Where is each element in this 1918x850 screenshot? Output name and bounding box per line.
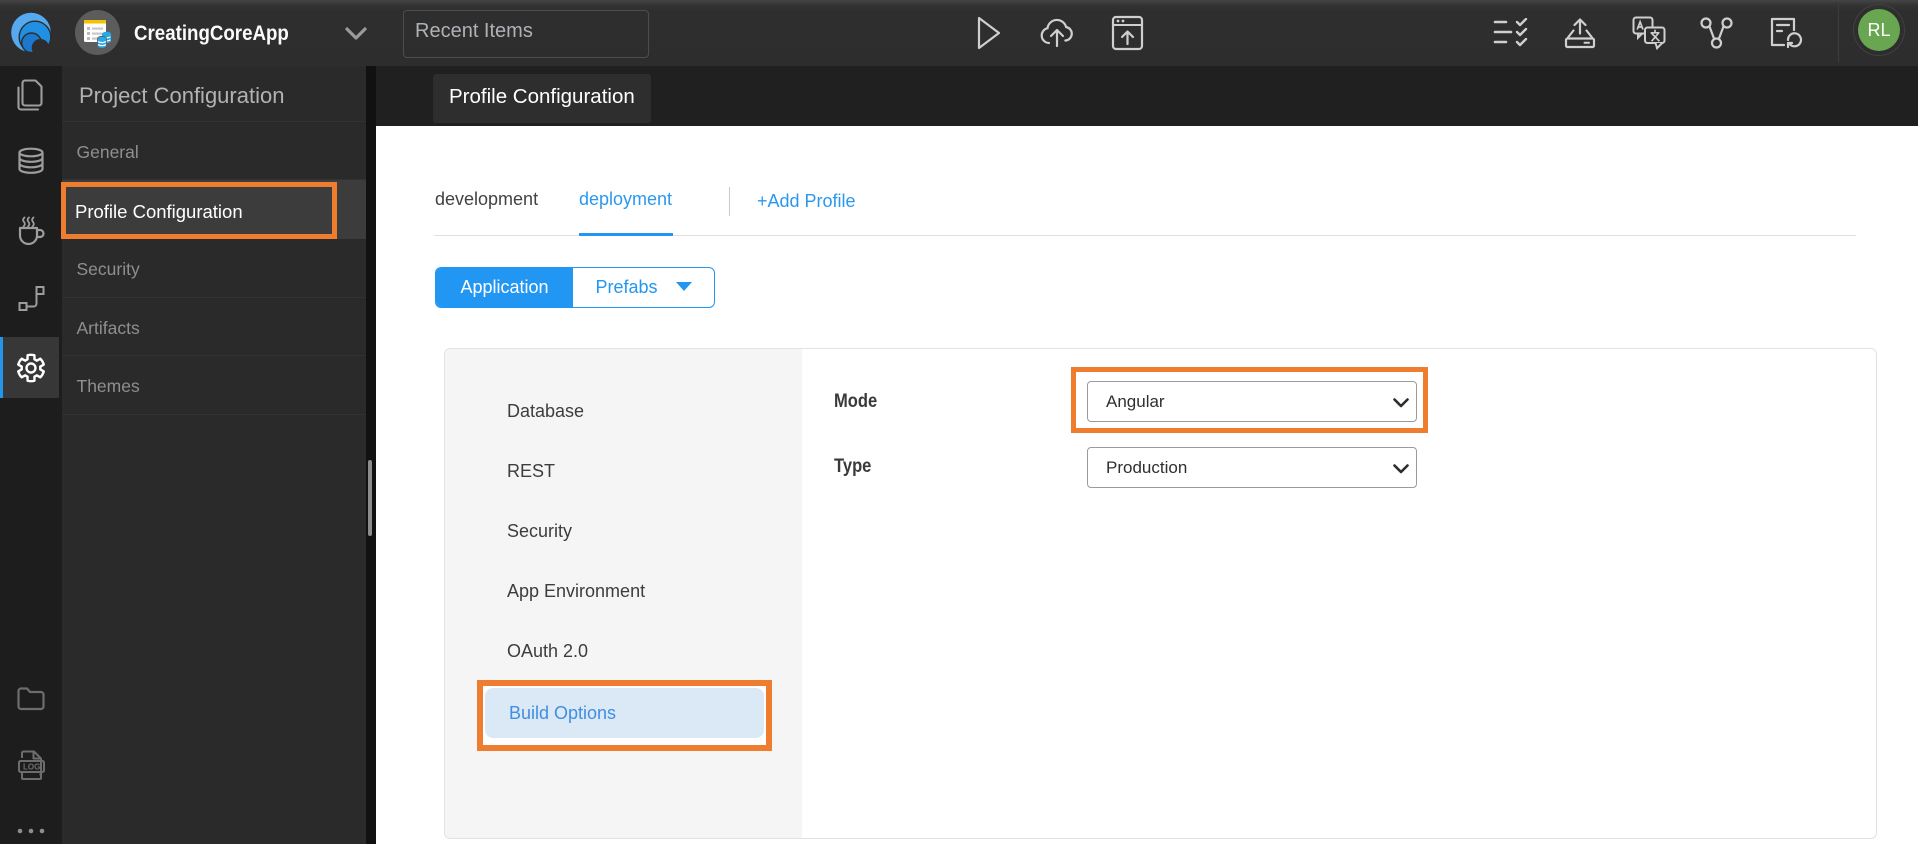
svg-text:LOG: LOG [23,762,40,771]
